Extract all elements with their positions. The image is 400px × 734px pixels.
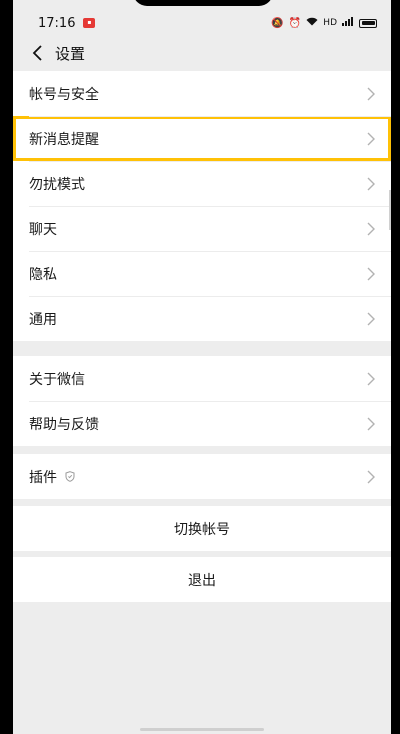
settings-group-plugins: 插件 bbox=[13, 454, 391, 499]
page-title: 设置 bbox=[55, 44, 86, 63]
chevron-right-icon bbox=[367, 417, 375, 430]
title-bar: 设置 bbox=[13, 36, 391, 70]
camera-notch bbox=[133, 0, 273, 6]
row-label: 插件 bbox=[29, 469, 57, 486]
chevron-right-icon bbox=[367, 267, 375, 280]
signal-icon bbox=[342, 17, 354, 29]
status-icons: 🔕 ⏰ HD bbox=[271, 17, 377, 29]
row-chat[interactable]: 聊天 bbox=[13, 206, 391, 251]
row-label: 关于微信 bbox=[29, 371, 85, 388]
alarm-icon: ⏰ bbox=[288, 17, 302, 29]
status-bar: 17:16 ▪ 🔕 ⏰ HD bbox=[13, 12, 391, 34]
back-button[interactable] bbox=[27, 42, 49, 64]
chevron-right-icon bbox=[367, 177, 375, 190]
chevron-right-icon bbox=[367, 87, 375, 100]
row-plugins[interactable]: 插件 bbox=[13, 454, 391, 499]
chevron-right-icon bbox=[367, 372, 375, 385]
settings-screen: 17:16 ▪ 🔕 ⏰ HD 设置 帐号与安全 新消息提醒 勿扰模式 聊天 隐私… bbox=[13, 0, 391, 734]
network-type: HD bbox=[323, 18, 337, 28]
row-label: 聊天 bbox=[29, 221, 57, 238]
row-label: 隐私 bbox=[29, 266, 57, 283]
wifi-icon bbox=[306, 17, 318, 29]
row-label: 帮助与反馈 bbox=[29, 416, 99, 433]
row-general[interactable]: 通用 bbox=[13, 296, 391, 341]
row-label: 勿扰模式 bbox=[29, 176, 85, 193]
row-about-wechat[interactable]: 关于微信 bbox=[13, 356, 391, 401]
chevron-right-icon bbox=[367, 312, 375, 325]
row-do-not-disturb[interactable]: 勿扰模式 bbox=[13, 161, 391, 206]
scrollbar[interactable] bbox=[389, 190, 391, 230]
row-help-feedback[interactable]: 帮助与反馈 bbox=[13, 401, 391, 446]
battery-icon bbox=[359, 18, 377, 28]
chevron-right-icon bbox=[367, 132, 375, 145]
row-account-security[interactable]: 帐号与安全 bbox=[13, 71, 391, 116]
settings-group-about: 关于微信 帮助与反馈 bbox=[13, 356, 391, 446]
mute-icon: 🔕 bbox=[271, 17, 284, 29]
chevron-right-icon bbox=[367, 470, 375, 483]
home-indicator[interactable] bbox=[140, 728, 264, 731]
row-privacy[interactable]: 隐私 bbox=[13, 251, 391, 296]
chevron-right-icon bbox=[367, 222, 375, 235]
logout-button[interactable]: 退出 bbox=[13, 557, 391, 602]
switch-account-button[interactable]: 切换帐号 bbox=[13, 506, 391, 551]
row-new-message-notification[interactable]: 新消息提醒 bbox=[13, 116, 391, 161]
row-label: 通用 bbox=[29, 311, 57, 328]
row-label: 新消息提醒 bbox=[29, 131, 99, 148]
shield-icon bbox=[65, 471, 75, 482]
status-time: 17:16 bbox=[38, 15, 76, 31]
row-label: 帐号与安全 bbox=[29, 86, 99, 103]
settings-group-main: 帐号与安全 新消息提醒 勿扰模式 聊天 隐私 通用 bbox=[13, 71, 391, 341]
notification-badge-icon: ▪ bbox=[83, 18, 96, 28]
chevron-left-icon bbox=[32, 45, 42, 61]
